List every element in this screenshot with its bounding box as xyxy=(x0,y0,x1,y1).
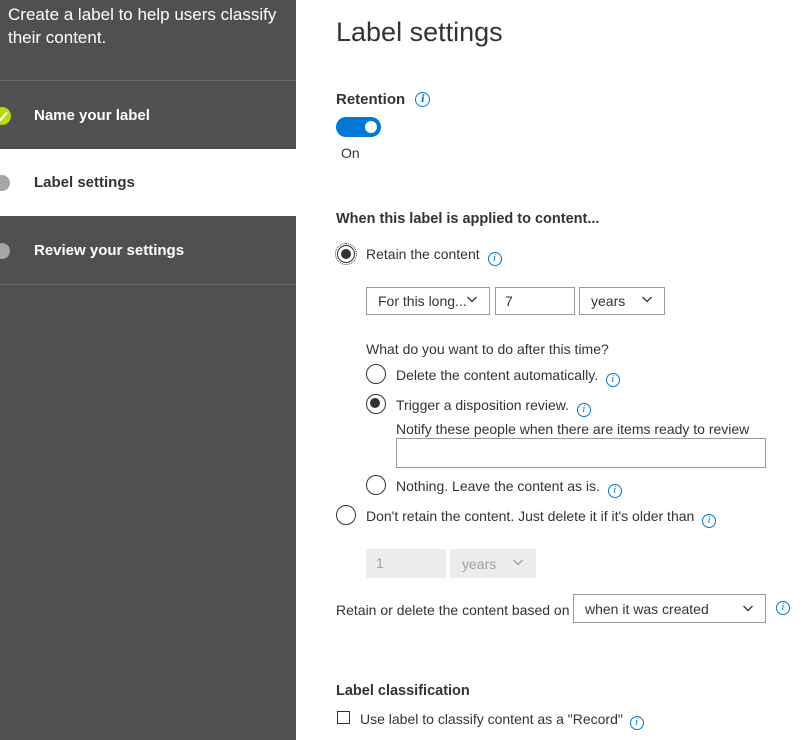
info-icon[interactable]: i xyxy=(576,403,591,417)
disposition-review-radio[interactable] xyxy=(366,394,386,414)
info-icon[interactable]: i xyxy=(415,92,431,107)
info-icon[interactable]: i xyxy=(702,514,717,528)
info-icon[interactable]: i xyxy=(607,484,622,498)
notify-people-input[interactable] xyxy=(396,438,766,468)
chevron-down-icon xyxy=(513,559,523,566)
step-name-your-label[interactable]: Name your label xyxy=(0,82,296,149)
chevron-down-icon xyxy=(743,605,753,612)
option-text: Delete the content automatically. xyxy=(396,367,599,383)
checkbox-text: Use label to classify content as a "Reco… xyxy=(360,711,623,727)
based-on-dropdown[interactable]: when it was created xyxy=(573,594,766,623)
sidebar-intro: Create a label to help users classify th… xyxy=(8,5,277,47)
retention-period-value-input[interactable]: 7 xyxy=(495,287,575,315)
dropdown-value: years xyxy=(462,556,497,572)
option-text: Trigger a disposition review. xyxy=(396,397,570,413)
delete-age-value-input[interactable]: 1 xyxy=(366,549,446,578)
disposition-review-label: Trigger a disposition review. i xyxy=(396,397,591,417)
step-label: Label settings xyxy=(34,174,135,191)
chevron-down-icon xyxy=(642,296,652,303)
checkmark-circle-icon xyxy=(0,107,11,125)
sidebar-divider xyxy=(0,80,296,81)
option-text: Nothing. Leave the content as is. xyxy=(396,478,600,494)
dropdown-value: when it was created xyxy=(585,601,709,617)
record-label: Use label to classify content as a "Reco… xyxy=(360,711,644,730)
delete-age-unit-dropdown[interactable]: years xyxy=(450,549,536,578)
dropdown-value: For this long... xyxy=(378,293,467,309)
retain-content-label: Retain the content i xyxy=(366,246,502,266)
dropdown-value: years xyxy=(591,293,626,309)
dont-retain-radio[interactable] xyxy=(336,505,356,525)
sidebar-divider xyxy=(0,284,296,285)
step-label: Name your label xyxy=(34,107,150,124)
toggle-state-text: On xyxy=(341,145,360,161)
retention-label: Retention xyxy=(336,91,406,108)
classification-heading: Label classification xyxy=(336,683,470,699)
current-step-dot-icon xyxy=(0,175,10,191)
retention-toggle[interactable] xyxy=(336,117,381,137)
input-value: 7 xyxy=(505,293,513,309)
step-review-settings[interactable]: Review your settings xyxy=(0,217,296,284)
leave-as-is-label: Nothing. Leave the content as is. i xyxy=(396,478,622,498)
wizard-sidebar: Create a label to help users classify th… xyxy=(0,0,296,740)
pending-step-dot-icon xyxy=(0,243,10,259)
toggle-knob xyxy=(365,121,377,133)
input-value: 1 xyxy=(376,555,384,571)
retention-unit-dropdown[interactable]: years xyxy=(579,287,665,315)
based-on-label: Retain or delete the content based on xyxy=(336,602,570,618)
record-checkbox[interactable] xyxy=(337,711,350,724)
info-icon[interactable]: i xyxy=(605,373,620,387)
chevron-down-icon xyxy=(467,296,477,303)
info-icon[interactable]: i xyxy=(629,716,644,730)
after-time-question: What do you want to do after this time? xyxy=(366,341,609,357)
delete-automatically-radio[interactable] xyxy=(366,364,386,384)
leave-as-is-radio[interactable] xyxy=(366,475,386,495)
info-icon[interactable]: i xyxy=(487,252,502,266)
retain-content-radio[interactable] xyxy=(335,243,357,265)
notify-people-label: Notify these people when there are items… xyxy=(396,421,750,437)
step-label: Review your settings xyxy=(34,242,185,259)
page-title: Label settings xyxy=(336,17,503,47)
retention-heading: Retention i xyxy=(336,91,431,109)
option-text: Don't retain the content. Just delete it… xyxy=(366,508,695,524)
dont-retain-label: Don't retain the content. Just delete it… xyxy=(366,508,717,528)
step-label-settings[interactable]: Label settings xyxy=(0,149,296,216)
retain-content-text: Retain the content xyxy=(366,246,480,262)
delete-automatically-label: Delete the content automatically. i xyxy=(396,367,620,387)
retention-period-dropdown[interactable]: For this long... xyxy=(366,287,490,315)
applied-heading: When this label is applied to content... xyxy=(336,211,600,227)
info-icon[interactable]: i xyxy=(776,601,790,615)
